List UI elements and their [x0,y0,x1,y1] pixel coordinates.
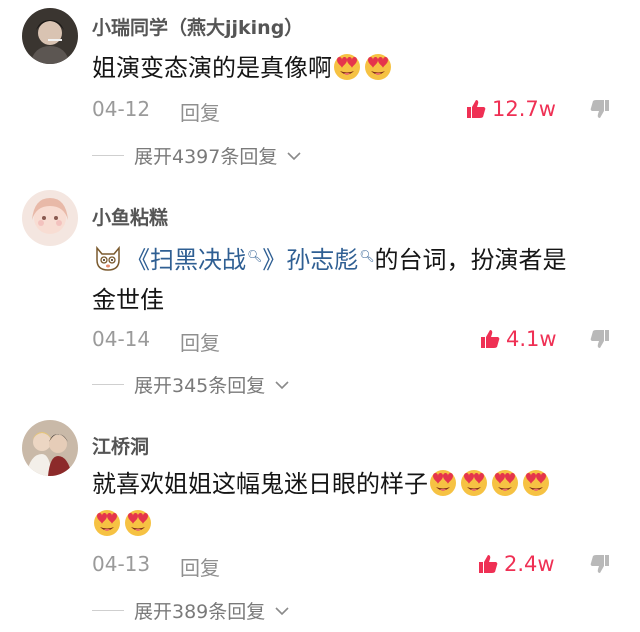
heart-eyes-emoji-icon [428,467,458,497]
expand-replies[interactable]: 展开389条回复 [92,597,289,624]
search-icon: 🔍︎ [247,249,263,263]
heart-eyes-emoji-icon [459,467,489,497]
expand-replies[interactable]: 展开345条回复 [92,371,289,398]
thumbs-down-icon [590,329,610,349]
comment-text: 姐演变态演的是真像啊 [92,48,612,88]
divider [92,384,124,385]
chevron-down-icon [287,151,301,161]
search-link[interactable]: 《扫黑决战 [126,246,246,274]
heart-eyes-emoji-icon [332,51,362,81]
like-count: 2.4w [504,552,555,576]
comment-text: 就喜欢姐姐这幅鬼迷日眼的样子 [92,464,612,544]
chevron-down-icon [275,380,289,390]
cat-emoji-icon [92,242,124,274]
reply-button[interactable]: 回复 [180,327,220,356]
like-button[interactable]: 4.1w [480,327,557,351]
like-button[interactable]: 2.4w [478,552,555,576]
heart-eyes-emoji-icon [490,467,520,497]
divider [92,610,124,611]
thumbs-down-icon [590,554,610,574]
avatar[interactable] [22,420,78,476]
dislike-button[interactable] [590,99,610,119]
thumbs-down-icon [590,99,610,119]
heart-eyes-emoji-icon [363,51,393,81]
comment-date: 04-13 [92,552,151,576]
divider [92,155,124,156]
comment-text: 《扫黑决战🔍︎》孙志彪🔍︎的台词，扮演者是 金世佳 [92,236,612,320]
like-count: 12.7w [492,97,556,121]
search-link[interactable]: 孙志彪 [286,246,358,274]
heart-eyes-emoji-icon [92,507,122,537]
expand-replies[interactable]: 展开4397条回复 [92,142,301,169]
avatar[interactable] [22,8,78,64]
chevron-down-icon [275,606,289,616]
thumbs-up-icon [466,99,486,119]
like-count: 4.1w [506,327,557,351]
thumbs-up-icon [480,329,500,349]
username[interactable]: 小鱼粘糕 [92,203,168,230]
heart-eyes-emoji-icon [123,507,153,537]
username[interactable]: 小瑞同学（燕大jjking） [92,13,303,40]
reply-button[interactable]: 回复 [180,552,220,581]
expand-replies-label: 展开4397条回复 [134,146,278,168]
username[interactable]: 江桥洞 [92,432,149,459]
expand-replies-label: 展开389条回复 [134,601,266,623]
expand-replies-label: 展开345条回复 [134,375,266,397]
comment-date: 04-12 [92,97,151,121]
reply-button[interactable]: 回复 [180,97,220,126]
avatar[interactable] [22,190,78,246]
heart-eyes-emoji-icon [521,467,551,497]
search-icon: 🔍︎ [359,249,375,263]
comment-date: 04-14 [92,327,151,351]
like-button[interactable]: 12.7w [466,97,556,121]
thumbs-up-icon [478,554,498,574]
search-link-close: 》 [262,246,287,274]
dislike-button[interactable] [590,329,610,349]
dislike-button[interactable] [590,554,610,574]
